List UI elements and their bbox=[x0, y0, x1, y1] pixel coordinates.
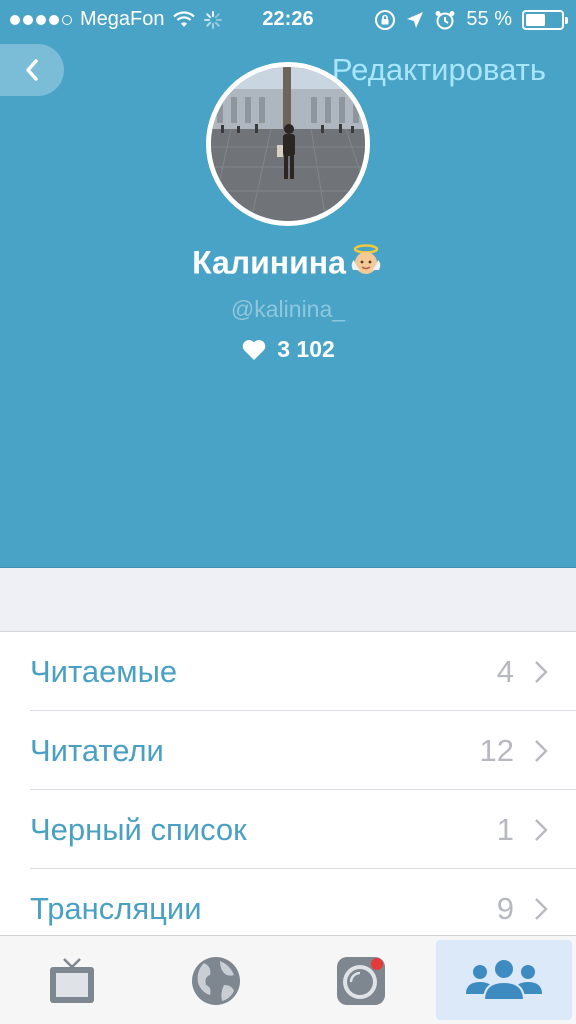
back-button[interactable] bbox=[0, 44, 64, 96]
battery-icon bbox=[522, 9, 568, 30]
location-arrow-icon bbox=[407, 11, 424, 28]
tab-tv[interactable] bbox=[0, 936, 144, 1024]
avatar[interactable] bbox=[206, 62, 370, 226]
battery-percent: 55 % bbox=[466, 8, 512, 30]
people-icon bbox=[466, 958, 542, 1001]
chevron-right-icon bbox=[535, 819, 548, 841]
edit-profile-link[interactable]: Редактировать bbox=[332, 52, 546, 88]
profile-handle: @kalinina_ bbox=[230, 296, 346, 322]
menu-item-label: Читатели bbox=[30, 732, 164, 768]
camera-icon bbox=[337, 956, 385, 1005]
heart-icon bbox=[242, 339, 266, 360]
avatar-photo bbox=[211, 67, 365, 221]
rotation-lock-icon bbox=[375, 9, 396, 30]
menu-item-label: Трансляции bbox=[30, 890, 202, 926]
angel-emoji-icon bbox=[348, 244, 384, 286]
likes-count: 3 102 bbox=[277, 336, 335, 362]
profile-menu-list: Читаемые 4 Читатели 12 Черный список 1 Т… bbox=[0, 631, 576, 948]
chevron-right-icon bbox=[535, 661, 548, 683]
tab-camera[interactable] bbox=[288, 936, 434, 1024]
alarm-icon bbox=[435, 10, 455, 29]
menu-item-count: 12 bbox=[479, 732, 514, 768]
tv-icon bbox=[50, 957, 94, 1003]
chevron-right-icon bbox=[535, 898, 548, 920]
status-bar: MegaFon 22:26 55 % bbox=[0, 0, 576, 40]
menu-item-count: 4 bbox=[496, 653, 514, 689]
tab-bar bbox=[0, 935, 576, 1024]
globe-icon bbox=[192, 956, 240, 1005]
chevron-left-icon bbox=[26, 59, 38, 81]
menu-item-label: Читаемые bbox=[30, 653, 178, 689]
menu-item-label: Черный список bbox=[30, 811, 247, 847]
menu-item-followers[interactable]: Читатели 12 bbox=[0, 711, 576, 790]
menu-item-following[interactable]: Читаемые 4 bbox=[0, 632, 576, 711]
tab-globe[interactable] bbox=[144, 936, 288, 1024]
menu-item-count: 9 bbox=[496, 890, 514, 926]
battery-level bbox=[526, 13, 545, 26]
menu-item-count: 1 bbox=[496, 811, 514, 847]
menu-item-blacklist[interactable]: Черный список 1 bbox=[0, 790, 576, 869]
likes-counter: 3 102 bbox=[0, 336, 576, 363]
chevron-right-icon bbox=[535, 740, 548, 762]
profile-name: Калинина bbox=[0, 244, 576, 286]
profile-name-text: Калинина bbox=[192, 244, 346, 281]
tab-people[interactable] bbox=[436, 940, 572, 1020]
